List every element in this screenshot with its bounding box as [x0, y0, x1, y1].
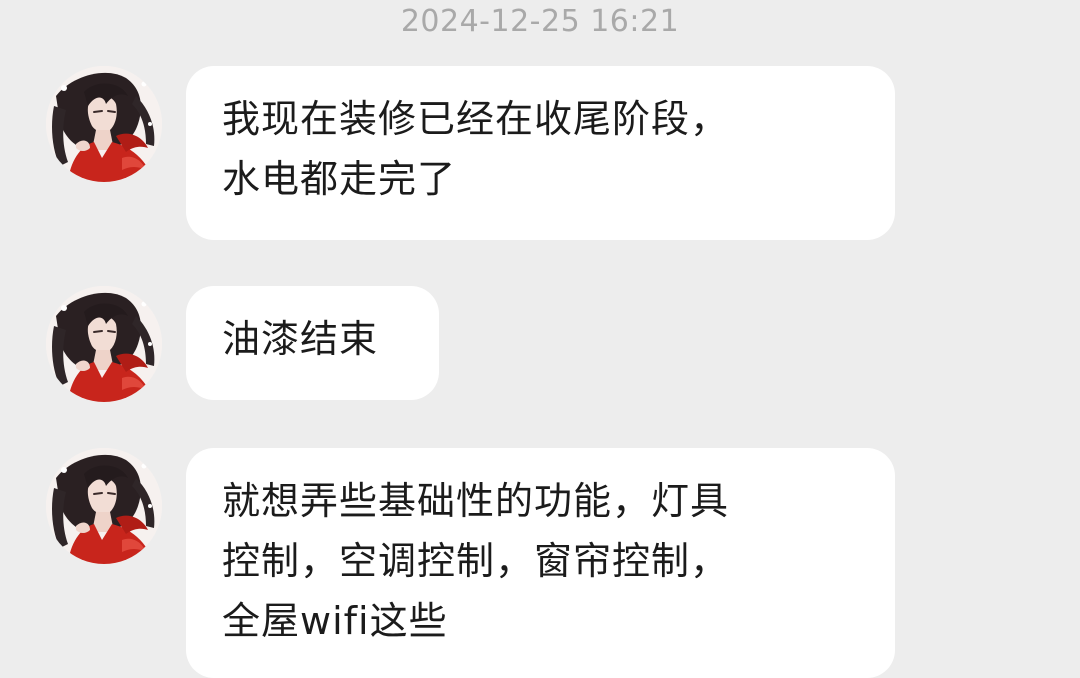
- sender-avatar[interactable]: [46, 66, 162, 182]
- avatar-image: [46, 448, 162, 564]
- message-text-line: 就想弄些基础性的功能，灯具: [222, 479, 730, 523]
- message-text-line: 我现在装修已经在收尾阶段，: [222, 97, 730, 141]
- message-text-line: 水电都走完了: [222, 157, 457, 201]
- message-bubble[interactable]: 我现在装修已经在收尾阶段， 水电都走完了: [186, 66, 895, 240]
- sender-avatar[interactable]: [46, 448, 162, 564]
- message-bubble[interactable]: 就想弄些基础性的功能，灯具 控制，空调控制，窗帘控制， 全屋wifi这些: [186, 448, 895, 678]
- message-text-line: 油漆结束: [222, 317, 379, 361]
- message-text-line: 控制，空调控制，窗帘控制，: [222, 539, 730, 583]
- message-text-line: 全屋wifi这些: [222, 599, 448, 643]
- message-bubble[interactable]: 油漆结束: [186, 286, 439, 400]
- message-timestamp: 2024-12-25 16:21: [400, 4, 680, 39]
- avatar-image: [46, 66, 162, 182]
- sender-avatar[interactable]: [46, 286, 162, 402]
- avatar-image: [46, 286, 162, 402]
